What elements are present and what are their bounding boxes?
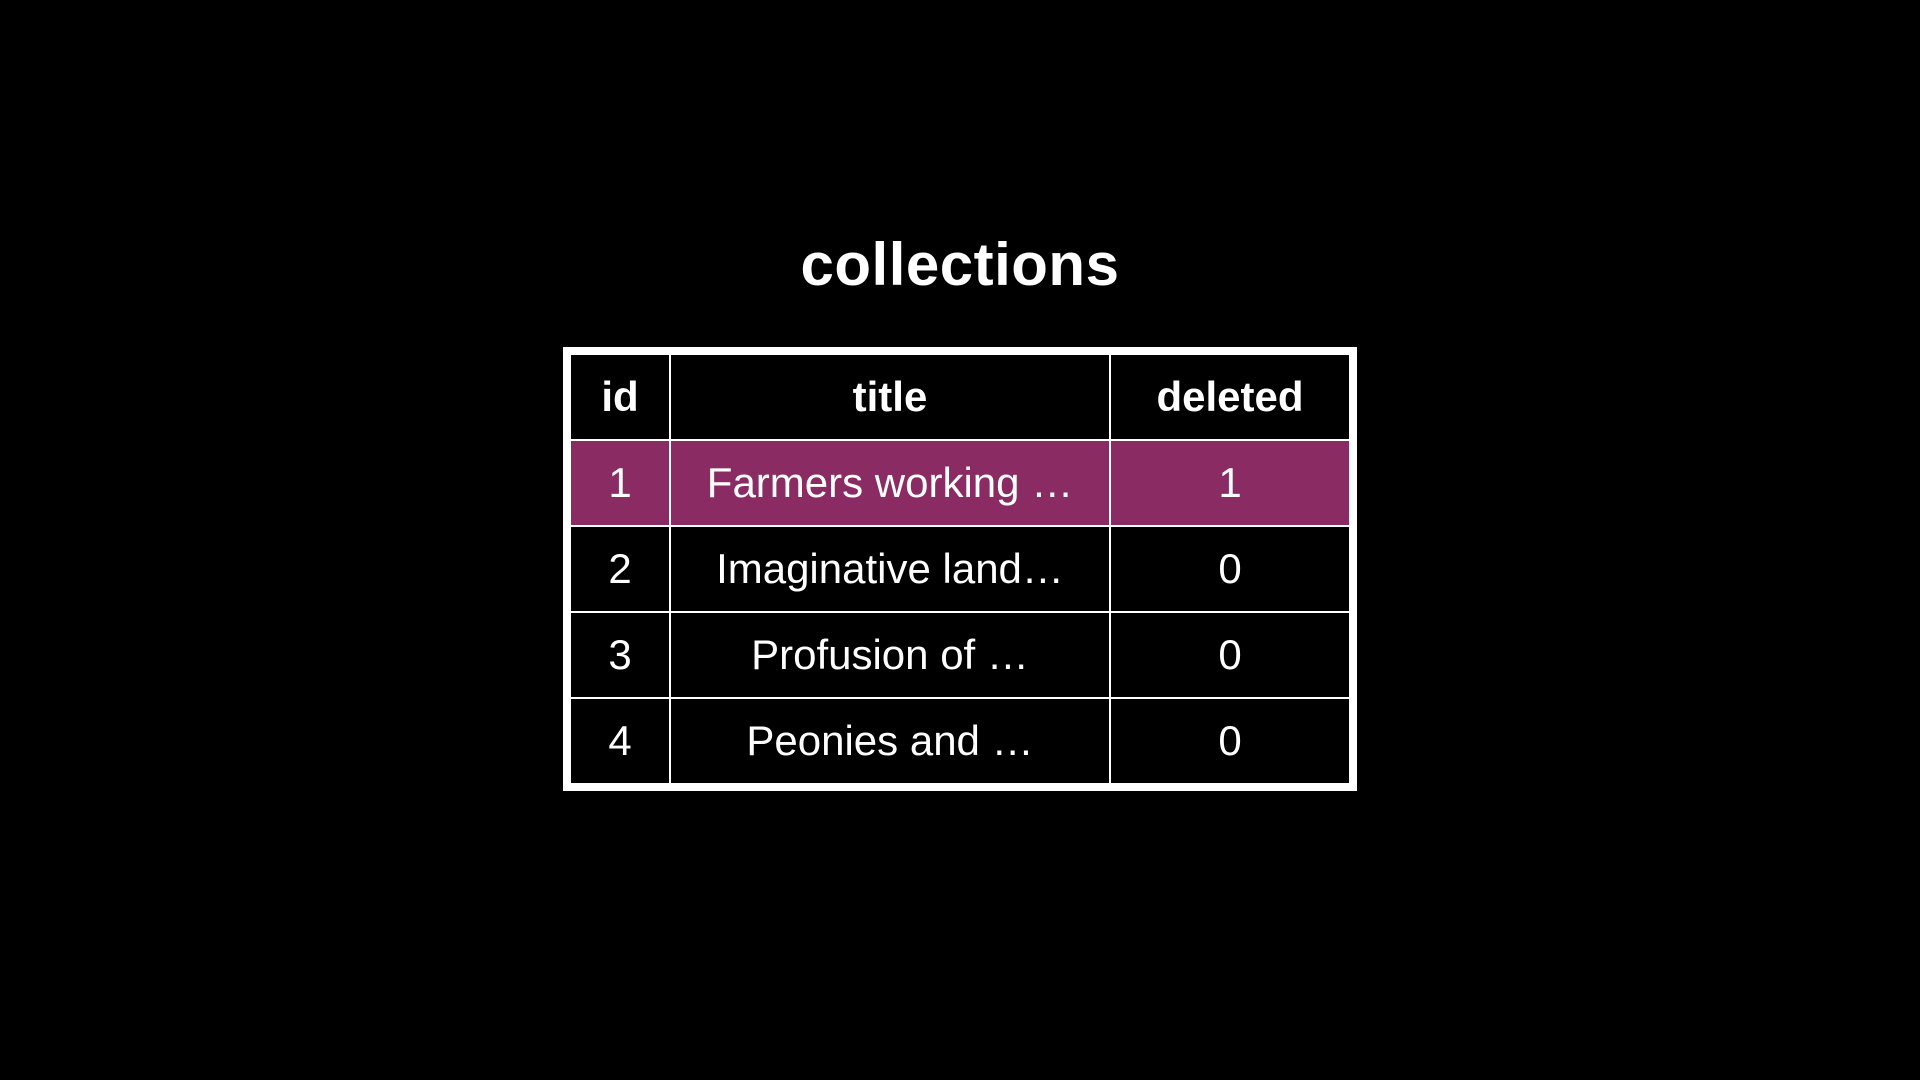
cell-deleted: 0 bbox=[1110, 698, 1350, 784]
table-row: 1Farmers working …1 bbox=[570, 440, 1350, 526]
cell-id: 2 bbox=[570, 526, 670, 612]
column-header-id: id bbox=[570, 354, 670, 440]
cell-deleted: 1 bbox=[1110, 440, 1350, 526]
table-row: 2Imaginative land…0 bbox=[570, 526, 1350, 612]
table-heading: collections bbox=[801, 230, 1120, 299]
collections-table: id title deleted 1Farmers working …12Ima… bbox=[569, 353, 1351, 785]
column-header-deleted: deleted bbox=[1110, 354, 1350, 440]
collections-table-wrap: id title deleted 1Farmers working …12Ima… bbox=[563, 347, 1357, 791]
cell-id: 1 bbox=[570, 440, 670, 526]
cell-deleted: 0 bbox=[1110, 526, 1350, 612]
table-row: 3Profusion of …0 bbox=[570, 612, 1350, 698]
cell-id: 3 bbox=[570, 612, 670, 698]
cell-title: Profusion of … bbox=[670, 612, 1110, 698]
cell-title: Farmers working … bbox=[670, 440, 1110, 526]
cell-title: Imaginative land… bbox=[670, 526, 1110, 612]
column-header-title: title bbox=[670, 354, 1110, 440]
table-header-row: id title deleted bbox=[570, 354, 1350, 440]
table-row: 4Peonies and …0 bbox=[570, 698, 1350, 784]
cell-title: Peonies and … bbox=[670, 698, 1110, 784]
cell-id: 4 bbox=[570, 698, 670, 784]
cell-deleted: 0 bbox=[1110, 612, 1350, 698]
